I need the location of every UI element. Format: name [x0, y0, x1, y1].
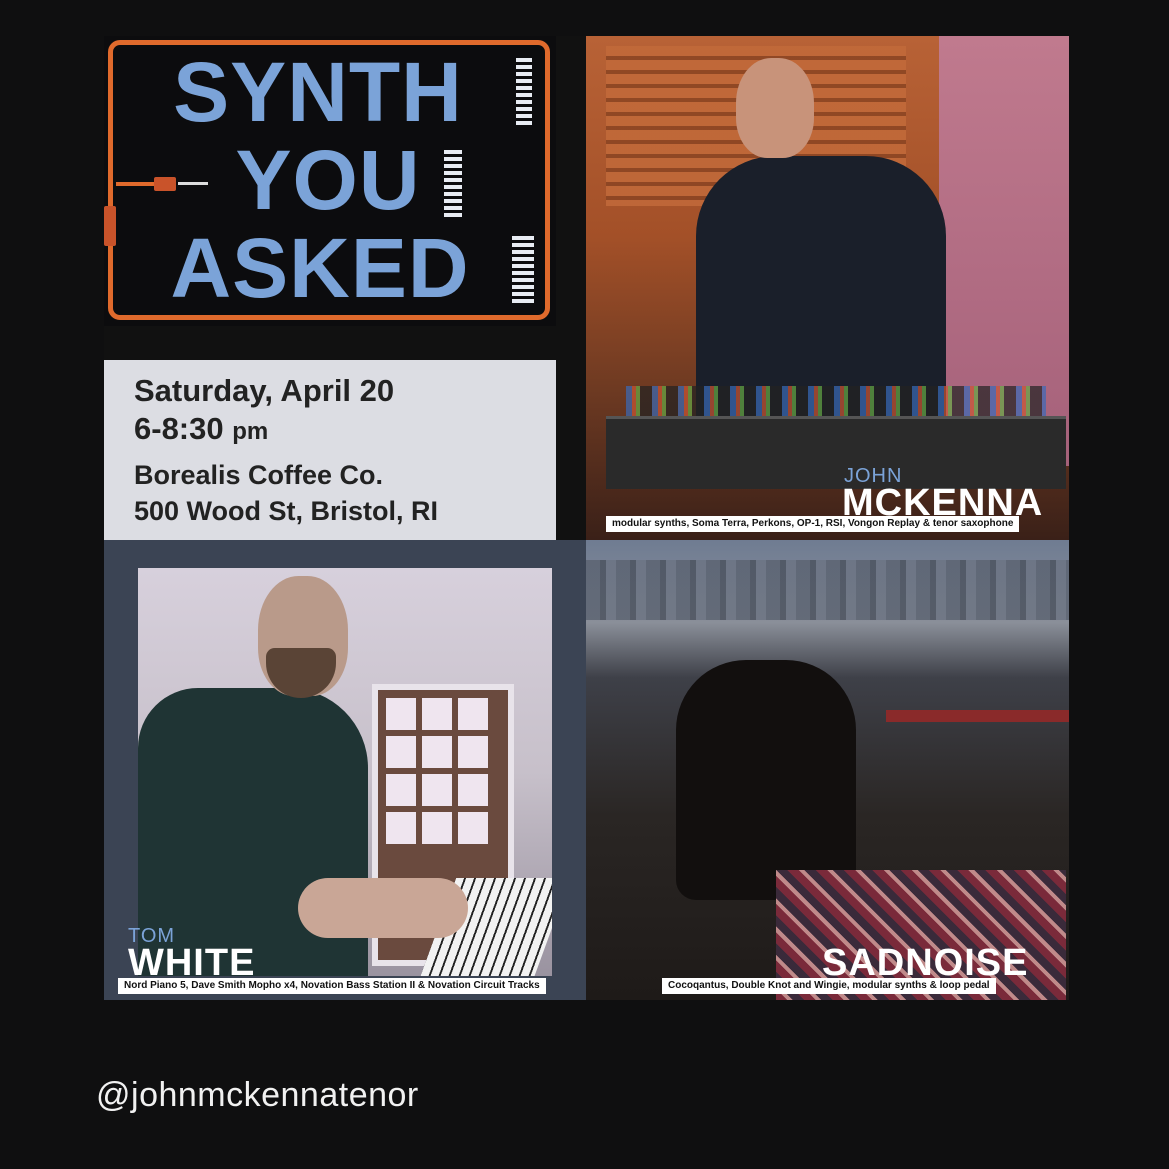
photo-sadnoise: SADNOISE Cocoqantus, Double Knot and Win… [586, 540, 1069, 1000]
piano-keys-graphic [512, 236, 534, 306]
performer-gear-caption: Nord Piano 5, Dave Smith Mopho x4, Novat… [118, 978, 546, 994]
piano-keys-graphic [516, 58, 532, 128]
performer-last-name: WHITE [128, 942, 256, 984]
event-address: 500 Wood St, Bristol, RI [134, 496, 439, 526]
account-handle[interactable]: @johnmckennatenor [96, 1076, 419, 1115]
event-time: 6-8:30 pm [134, 410, 556, 451]
event-time-suffix: pm [232, 418, 269, 445]
jack-plug-icon [104, 206, 116, 246]
piano-keys-graphic [444, 150, 462, 220]
cable-graphic [178, 182, 208, 185]
performer-head [736, 58, 814, 158]
performer-hands [298, 878, 468, 938]
photo-john-mckenna: JOHN MCKENNA modular synths, Soma Terra,… [586, 36, 1069, 540]
performer-figure [676, 660, 856, 900]
event-info-panel: Saturday, April 20 6-8:30 pm Borealis Co… [104, 360, 556, 540]
logo-word-synth: SYNTH [173, 45, 463, 139]
door-window [386, 698, 490, 848]
event-poster: SYNTH YOU ASKED Saturday, April 20 6-8:3… [104, 36, 1069, 1000]
tom-white-panel: TOM WHITE Nord Piano 5, Dave Smith Mopho… [104, 540, 586, 1000]
logo-panel: SYNTH YOU ASKED [104, 36, 556, 326]
event-date: Saturday, April 20 [134, 373, 395, 408]
event-venue: Borealis Coffee Co. [134, 460, 384, 490]
performer-gear-caption: modular synths, Soma Terra, Perkons, OP-… [606, 516, 1020, 532]
jack-plug-icon [154, 177, 176, 191]
performer-gear-caption: Cocoqantus, Double Knot and Wingie, modu… [662, 978, 996, 994]
photo-tom-white [138, 568, 552, 976]
event-time-range: 6-8:30 [134, 411, 224, 446]
keyboard-synth [886, 710, 1069, 722]
city-skyline [586, 560, 1069, 620]
modular-synth-gear [606, 416, 1066, 489]
performer-name: SADNOISE [822, 942, 1029, 984]
logo-word-asked: ASKED [170, 221, 470, 315]
cable-graphic [116, 182, 156, 186]
